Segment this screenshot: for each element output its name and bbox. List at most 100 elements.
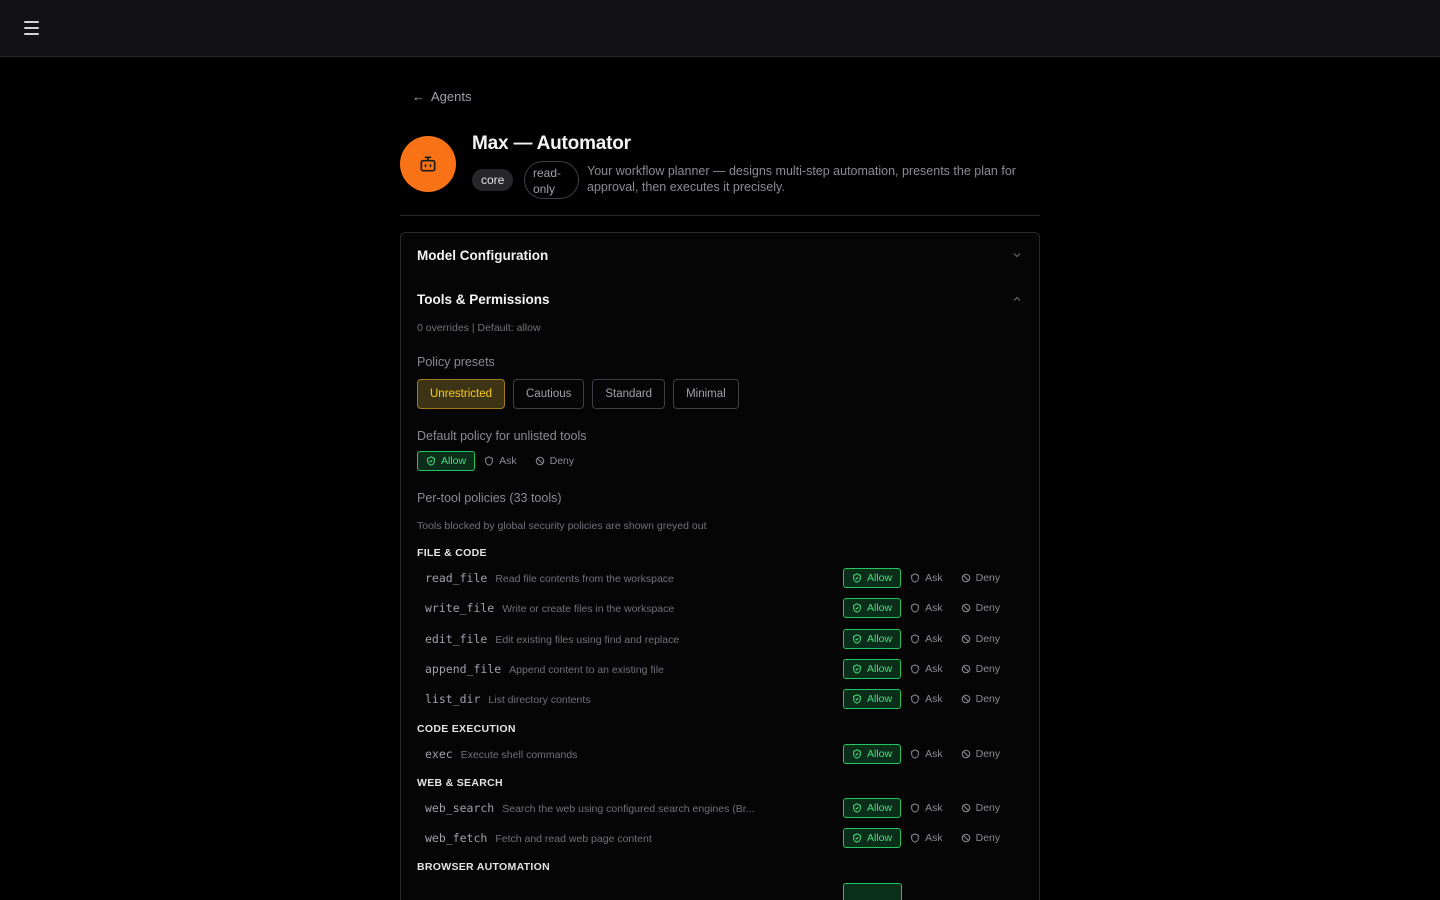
ask-label: Ask [925,832,943,845]
core-badge: core [472,169,514,191]
allow-label: Allow [867,693,893,706]
preset-unrestricted[interactable]: Unrestricted [417,379,505,409]
tool-info: append_file Append content to an existing… [425,662,664,676]
back-to-agents-link[interactable]: ← Agents [412,89,471,104]
presets-label: Policy presets [417,355,495,369]
allow-button[interactable]: Allow [843,568,902,588]
deny-button[interactable]: Deny [952,568,1010,588]
tool-policy-toggle: Allow Ask Deny [843,743,1010,764]
ask-button[interactable]: Ask [901,659,952,679]
ask-button[interactable]: Ask [901,828,952,848]
agent-description: Your workflow planner — designs multi-st… [587,164,1016,194]
ban-icon [961,664,970,674]
shield-check-icon [853,633,861,644]
tool-name: write_file [425,601,495,616]
deny-label: Deny [975,602,1001,615]
allow-button[interactable]: Allow [843,598,902,619]
allow-button[interactable]: Allow [843,658,902,679]
deny-label: Deny [975,632,1001,645]
ask-button[interactable]: Ask [901,629,952,649]
tool-policy-toggle: Allow Ask Deny [843,628,1010,649]
ask-button[interactable]: Ask [901,689,952,709]
allow-label: Allow [867,602,893,615]
shield-icon [911,748,919,759]
chevron-down-icon [1013,253,1021,258]
ask-button[interactable]: Ask [475,451,526,471]
allow-button[interactable] [843,883,902,900]
tool-name: list_dir [425,692,481,707]
deny-button[interactable]: Deny [952,689,1010,709]
ask-button[interactable]: Ask [901,744,952,764]
ask-label: Ask [925,662,943,675]
ask-button[interactable]: Ask [901,798,952,818]
tool-description: Append content to an existing file [509,663,664,676]
shield-icon [911,833,919,843]
allow-button[interactable]: Allow [843,797,902,818]
deny-button[interactable]: Deny [952,629,1010,649]
tool-row: read_file Read file contents from the wor… [417,568,1023,590]
tool-description: Write or create files in the workspace [502,603,675,616]
override-summary: 0 overrides | Default: allow [417,322,541,334]
deny-button[interactable]: Deny [952,828,1010,848]
preset-group: Unrestricted Cautious Standard Minimal [417,379,739,409]
deny-label: Deny [975,662,1001,675]
ask-label: Ask [499,455,517,467]
deny-button[interactable]: Deny [526,451,584,471]
tool-description: Search the web using configured search e… [502,802,755,815]
tool-description: List directory contents [488,694,591,707]
allow-button[interactable]: Allow [843,743,902,764]
preset-cautious[interactable]: Cautious [513,379,585,409]
category-header: BROWSER AUTOMATION [417,861,550,874]
deny-button[interactable]: Deny [952,744,1010,764]
allow-button[interactable]: Allow [417,451,476,471]
deny-label: Deny [975,832,1001,845]
shield-icon [911,603,919,613]
tool-info: edit_file Edit existing files using find … [425,632,679,646]
deny-label: Deny [975,747,1001,760]
tool-info: web_search Search the web using configure… [425,801,754,815]
avatar [400,136,456,192]
agent-header: Max — Automator core read-only Your work… [400,133,1040,216]
tool-policy-toggle: Allow Ask Deny [843,658,1010,679]
tool-name: web_search [425,800,495,815]
shield-icon [911,573,919,583]
default-policy-toggle: Allow Ask Deny [417,451,583,471]
ask-label: Ask [925,693,943,706]
category-header: CODE EXECUTION [417,722,516,735]
hamburger-menu-icon[interactable] [22,18,42,38]
allow-label: Allow [867,801,893,814]
allow-button[interactable]: Allow [843,828,902,849]
ask-button[interactable]: Ask [901,568,952,588]
allow-label: Allow [867,832,893,845]
tool-policy-toggle: Allow Ask Deny [843,598,1010,619]
ask-button[interactable]: Ask [901,598,952,618]
preset-minimal[interactable]: Minimal [673,379,739,409]
allow-button[interactable]: Allow [843,689,902,710]
ban-icon [961,749,970,758]
section-tools-permissions[interactable]: Tools & Permissions [417,289,1023,309]
preset-standard[interactable]: Standard [592,379,666,409]
deny-button[interactable]: Deny [952,798,1010,818]
tool-info: exec Execute shell commands [425,747,577,761]
tool-description: Read file contents from the workspace [495,573,674,585]
ban-icon [961,833,970,843]
ask-label: Ask [925,632,943,645]
shield-icon [911,664,919,674]
allow-button[interactable]: Allow [843,628,902,649]
tool-row: web_search Search the web using configure… [417,797,1023,820]
tool-row: edit_file Edit existing files using find … [417,628,1023,651]
tool-name: exec [425,746,453,761]
tool-row: exec Execute shell commands Allow Ask Deny [417,743,1023,766]
section-model-configuration[interactable]: Model Configuration [417,245,1023,265]
allow-label: Allow [441,455,467,467]
ask-label: Ask [925,602,943,615]
allow-label: Allow [867,632,893,645]
shield-icon [911,803,919,813]
divider [400,215,1040,216]
blocked-note: Tools blocked by global security policie… [417,520,707,532]
tool-info: web_fetch Fetch and read web page content [425,831,652,845]
deny-button[interactable]: Deny [952,598,1010,618]
category-header: FILE & CODE [417,547,487,559]
deny-button[interactable]: Deny [952,659,1010,679]
back-link-label: Agents [431,89,472,104]
